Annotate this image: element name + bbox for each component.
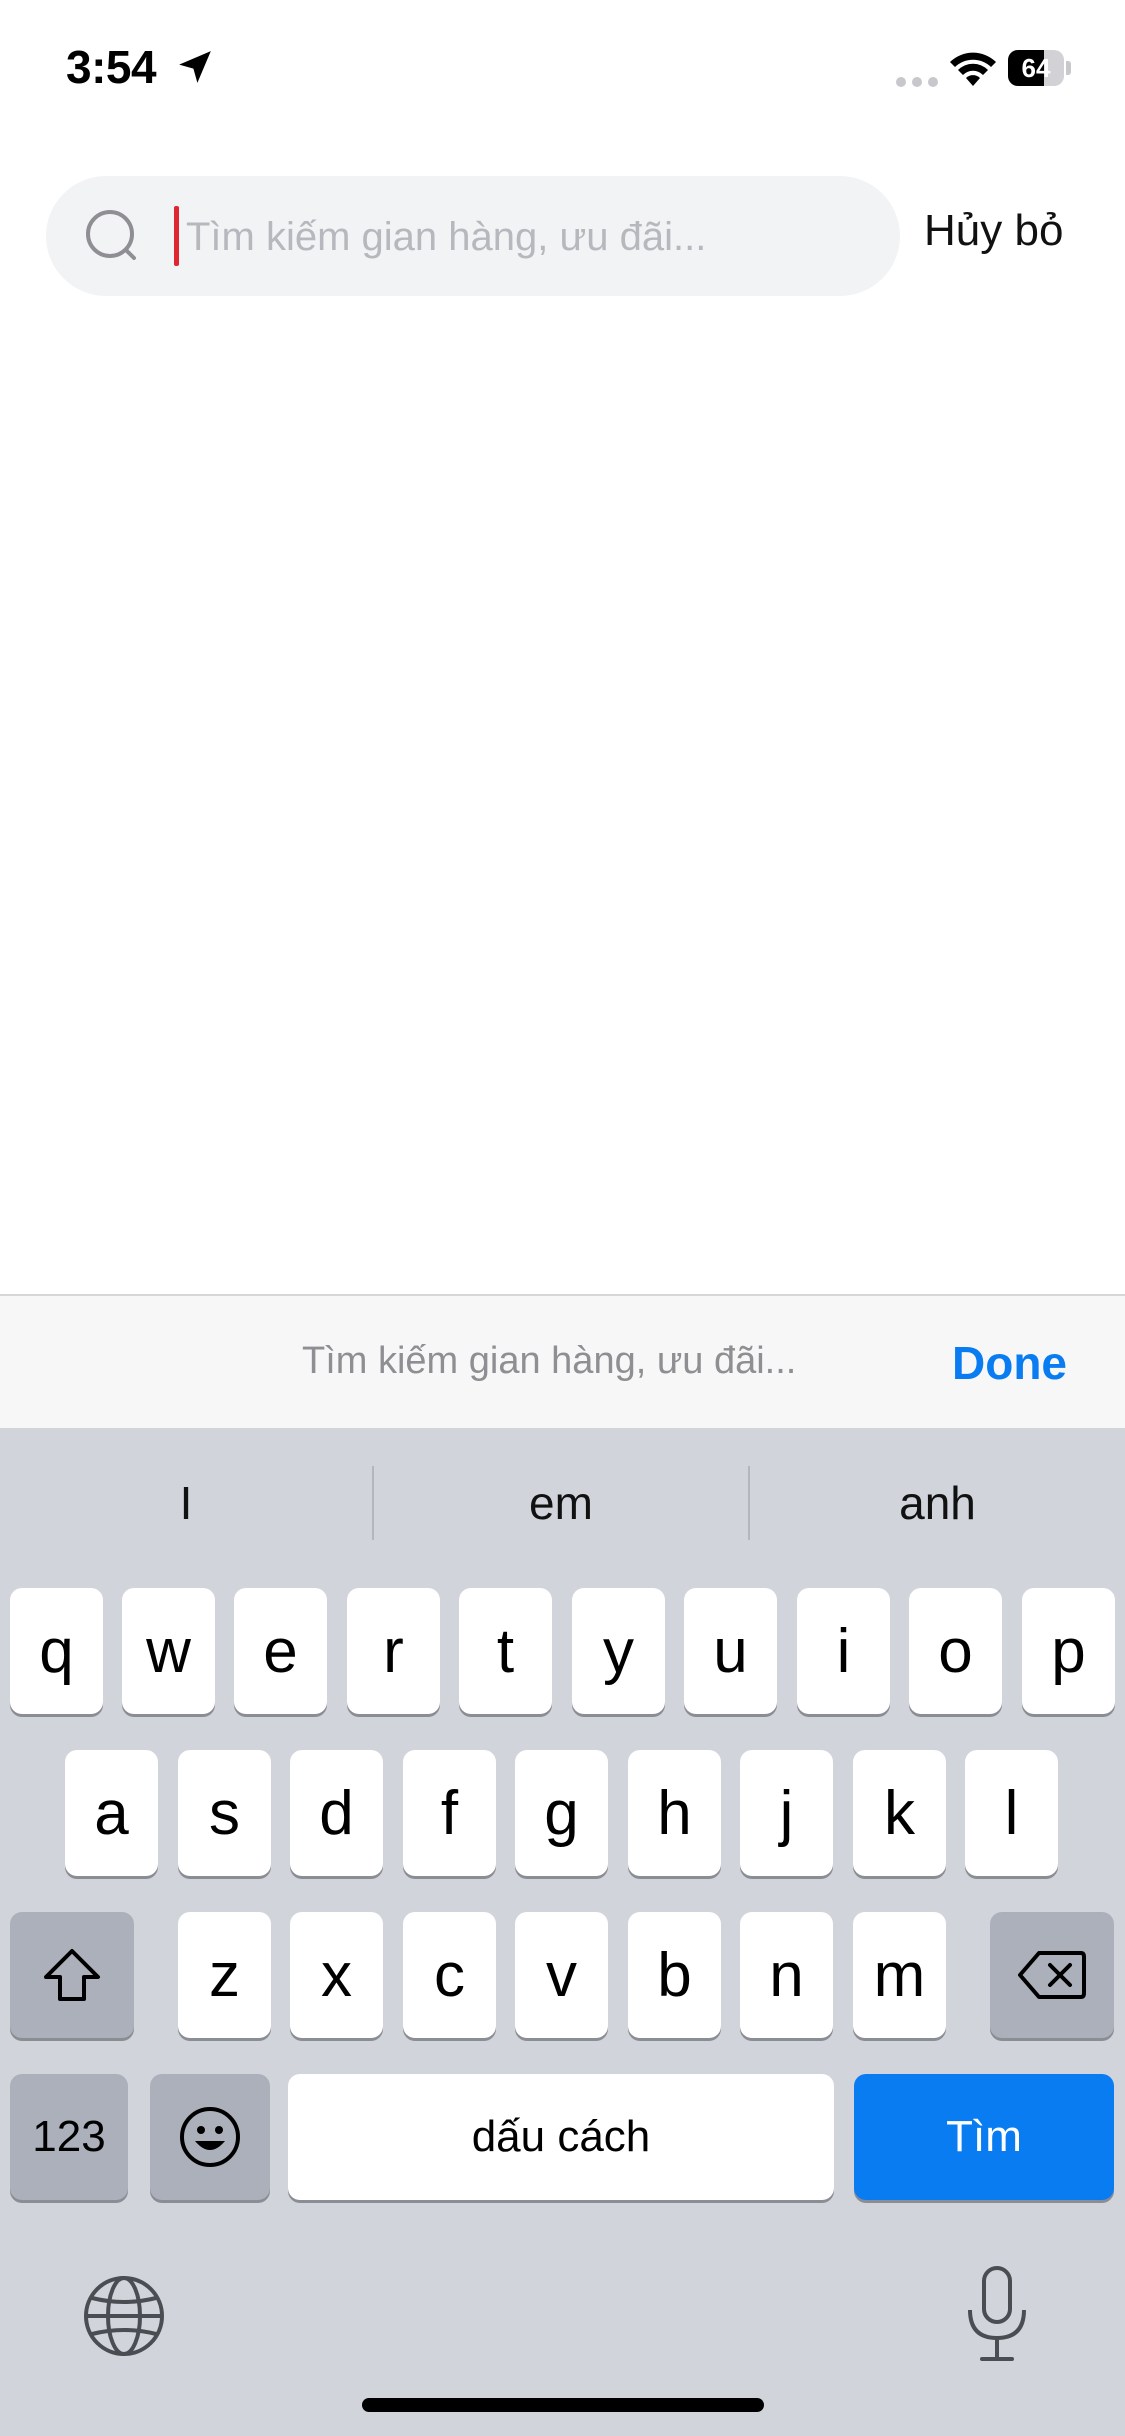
key-c[interactable]: c (403, 1912, 496, 2038)
accessory-placeholder-text: Tìm kiếm gian hàng, ưu đãi... (302, 1340, 797, 1382)
search-bar[interactable] (46, 176, 900, 296)
key-k[interactable]: k (853, 1750, 946, 1876)
wifi-icon (950, 52, 996, 86)
cellular-dots-icon (896, 74, 944, 92)
key-v[interactable]: v (515, 1912, 608, 2038)
search-input[interactable] (184, 198, 878, 276)
cancel-button[interactable]: Hủy bỏ (924, 206, 1063, 256)
done-button[interactable]: Done (952, 1336, 1067, 1390)
space-key[interactable]: dấu cách (288, 2074, 834, 2200)
microphone-icon[interactable] (962, 2264, 1032, 2364)
suggestion-2[interactable]: em (374, 1428, 748, 1578)
numbers-key[interactable]: 123 (10, 2074, 128, 2200)
battery-icon: 64 (1008, 50, 1071, 86)
key-e[interactable]: e (234, 1588, 327, 1714)
key-i[interactable]: i (797, 1588, 890, 1714)
search-return-key[interactable]: Tìm (854, 2074, 1114, 2200)
key-o[interactable]: o (909, 1588, 1002, 1714)
emoji-key[interactable] (150, 2074, 270, 2200)
key-u[interactable]: u (684, 1588, 777, 1714)
search-icon (86, 210, 136, 260)
status-time: 3:54 (66, 41, 157, 93)
shift-key[interactable] (10, 1912, 134, 2038)
keyboard-accessory-bar: Tìm kiếm gian hàng, ưu đãi... Done (0, 1294, 1125, 1430)
backspace-key[interactable] (990, 1912, 1114, 2038)
key-s[interactable]: s (178, 1750, 271, 1876)
status-bar: 3:54 64 (0, 0, 1125, 140)
key-n[interactable]: n (740, 1912, 833, 2038)
backspace-icon (1018, 1951, 1086, 1999)
globe-icon[interactable] (82, 2274, 166, 2358)
battery-percentage: 64 (1021, 53, 1051, 83)
keyboard: I em anh q w e r t y u i o p a s d f g h… (0, 1428, 1125, 2436)
key-m[interactable]: m (853, 1912, 946, 2038)
suggestion-1[interactable]: I (0, 1428, 372, 1578)
key-p[interactable]: p (1022, 1588, 1115, 1714)
key-t[interactable]: t (459, 1588, 552, 1714)
shift-icon (44, 1949, 100, 2001)
location-arrow-icon (179, 51, 211, 83)
suggestion-3[interactable]: anh (750, 1428, 1125, 1578)
key-b[interactable]: b (628, 1912, 721, 2038)
key-y[interactable]: y (572, 1588, 665, 1714)
key-g[interactable]: g (515, 1750, 608, 1876)
key-x[interactable]: x (290, 1912, 383, 2038)
key-r[interactable]: r (347, 1588, 440, 1714)
emoji-icon (180, 2107, 240, 2167)
key-q[interactable]: q (10, 1588, 103, 1714)
key-a[interactable]: a (65, 1750, 158, 1876)
key-d[interactable]: d (290, 1750, 383, 1876)
key-w[interactable]: w (122, 1588, 215, 1714)
key-f[interactable]: f (403, 1750, 496, 1876)
key-z[interactable]: z (178, 1912, 271, 2038)
home-indicator (362, 2398, 764, 2412)
key-j[interactable]: j (740, 1750, 833, 1876)
key-l[interactable]: l (965, 1750, 1058, 1876)
text-caret (174, 206, 179, 266)
key-h[interactable]: h (628, 1750, 721, 1876)
